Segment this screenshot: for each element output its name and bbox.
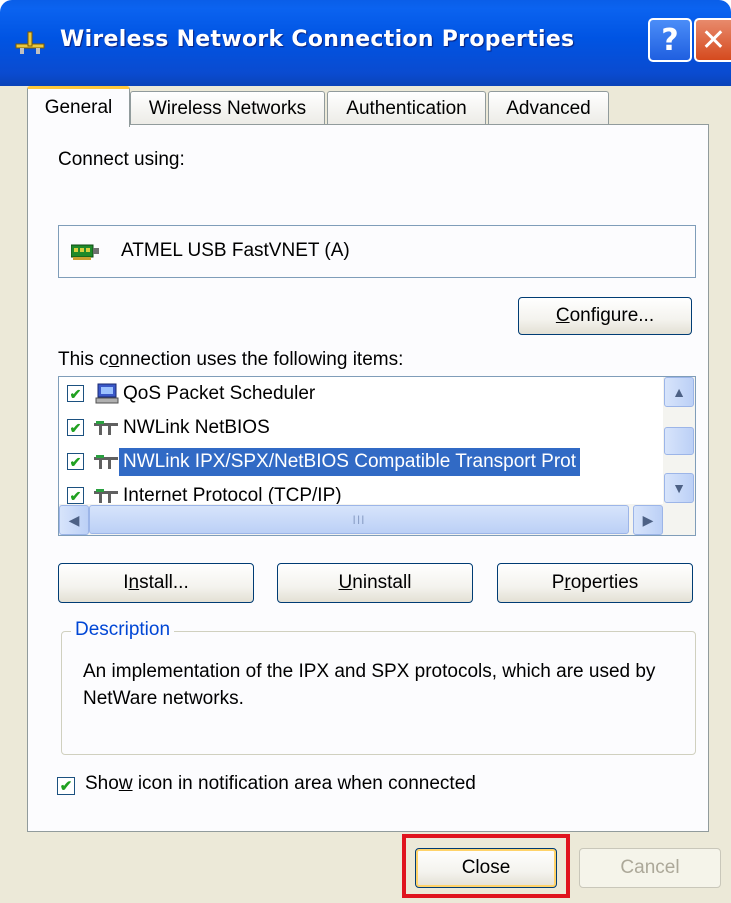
- help-button[interactable]: ?: [648, 18, 692, 62]
- network-protocol-icon: [94, 455, 118, 469]
- list-item-nwlink-netbios[interactable]: ✔ NWLink NetBIOS: [59, 411, 664, 445]
- window-title: Wireless Network Connection Properties: [60, 27, 575, 52]
- scheduler-icon: [95, 383, 119, 404]
- horizontal-scroll-thumb[interactable]: III: [89, 505, 629, 534]
- tab-general[interactable]: General: [27, 86, 130, 127]
- horizontal-scrollbar[interactable]: ◀ III ▶: [59, 504, 695, 535]
- highlight-annotation-box: [402, 834, 570, 898]
- vertical-scroll-thumb[interactable]: [664, 427, 694, 455]
- configure-label-accel: C: [555, 305, 570, 326]
- item-label: NWLink IPX/SPX/NetBIOS Compatible Transp…: [119, 448, 581, 476]
- scroll-up-arrow-icon[interactable]: ▲: [664, 377, 694, 407]
- list-item-nwlink-ipx[interactable]: ✔ NWLink IPX/SPX/NetBIOS Compatible Tran…: [59, 445, 664, 479]
- window-close-button[interactable]: ✕: [694, 18, 731, 62]
- properties-label-post: operties: [570, 572, 639, 593]
- network-connection-icon: [15, 31, 45, 54]
- properties-dialog: Wireless Network Connection Properties ?…: [0, 0, 731, 903]
- item-checkbox[interactable]: ✔: [67, 487, 84, 504]
- description-legend: Description: [71, 619, 175, 641]
- item-checkbox[interactable]: ✔: [67, 385, 84, 402]
- properties-label-pre: P: [551, 572, 565, 593]
- list-item-qos[interactable]: ✔ QoS Packet Scheduler: [59, 377, 664, 411]
- item-checkbox[interactable]: ✔: [67, 419, 84, 436]
- scroll-right-arrow-icon[interactable]: ▶: [633, 505, 663, 535]
- configure-button[interactable]: Configure...: [518, 297, 692, 335]
- item-checkbox[interactable]: ✔: [67, 453, 84, 470]
- scroll-left-arrow-icon[interactable]: ◀: [59, 505, 89, 535]
- show-icon-label-pre: Sho: [85, 773, 119, 794]
- install-button[interactable]: In stall...: [58, 563, 254, 603]
- title-bar[interactable]: Wireless Network Connection Properties ?…: [0, 0, 731, 86]
- uninstall-label-post: ninstall: [352, 572, 412, 593]
- network-adapter-icon: [71, 244, 99, 260]
- uninstall-label-accel: U: [338, 572, 353, 593]
- items-label-post: nnection uses the following items:: [119, 349, 404, 370]
- general-tab-panel: Connect using: ATMEL USB FastVNET (A) Co…: [27, 124, 709, 832]
- connect-using-label: Connect using:: [58, 149, 185, 170]
- configure-label-post: onfigure...: [569, 305, 655, 326]
- cancel-button[interactable]: Cancel: [579, 848, 721, 888]
- item-label: QoS Packet Scheduler: [123, 383, 316, 404]
- items-label-accel: o: [108, 349, 120, 370]
- items-label-pre: This c: [58, 349, 109, 370]
- description-text: An implementation of the IPX and SPX pro…: [83, 661, 656, 709]
- vertical-scrollbar[interactable]: ▲ ▼: [663, 377, 695, 504]
- uninstall-button[interactable]: Uninstall: [277, 563, 473, 603]
- items-label: This connection uses the following items…: [58, 349, 403, 371]
- show-icon-label-accel: w: [118, 773, 133, 794]
- tab-advanced[interactable]: Advanced: [488, 91, 609, 125]
- tab-wireless-networks[interactable]: Wireless Networks: [130, 91, 325, 125]
- show-icon-label[interactable]: Show icon in notification area when conn…: [85, 773, 476, 795]
- install-label-accel: n: [128, 572, 140, 593]
- show-icon-label-post: icon in notification area when connected: [132, 773, 476, 794]
- adapter-field: ATMEL USB FastVNET (A): [58, 225, 696, 278]
- dialog-body: General Wireless Networks Authentication…: [0, 86, 731, 903]
- properties-button[interactable]: Pr operties: [497, 563, 693, 603]
- show-icon-checkbox[interactable]: ✔: [57, 777, 75, 795]
- scroll-down-arrow-icon[interactable]: ▼: [664, 473, 694, 503]
- components-list[interactable]: ✔ QoS Packet Scheduler ✔ NWLink NetBIOS …: [58, 376, 696, 536]
- network-protocol-icon: [94, 421, 118, 435]
- tab-authentication[interactable]: Authentication: [327, 91, 486, 125]
- item-label: NWLink NetBIOS: [123, 417, 270, 438]
- adapter-name: ATMEL USB FastVNET (A): [121, 240, 350, 261]
- install-label-post: stall...: [139, 572, 189, 593]
